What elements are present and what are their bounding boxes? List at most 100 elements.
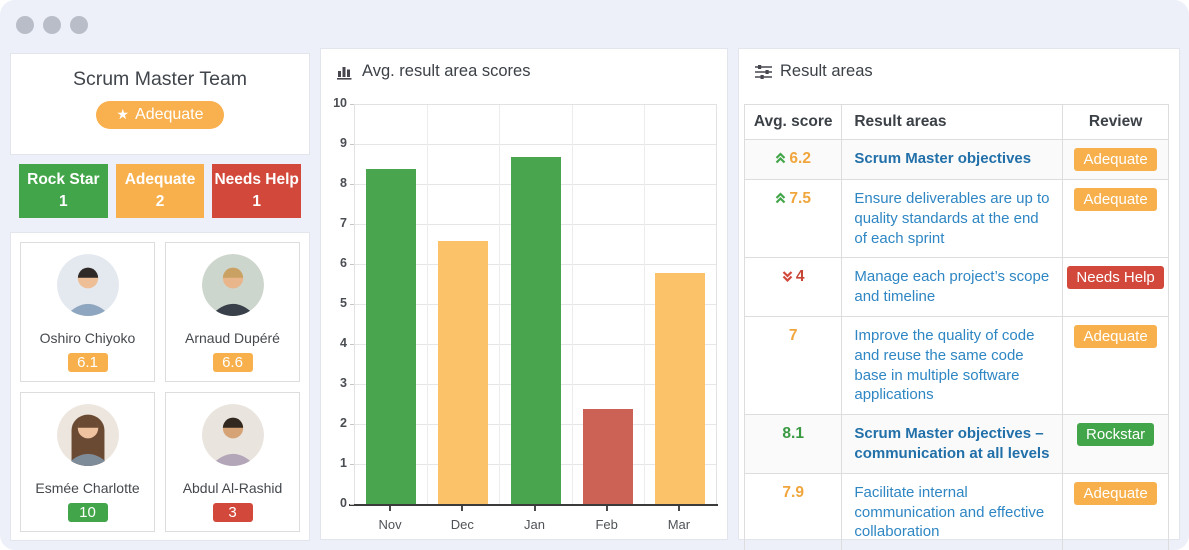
y-axis-tick (350, 144, 354, 145)
stat-label: Adequate (124, 171, 196, 188)
y-axis-label: 1 (340, 456, 347, 470)
result-area-cell[interactable]: Facilitate internal communication and ef… (841, 472, 1064, 550)
chart-bar-nov[interactable] (366, 169, 417, 505)
avatar (21, 254, 154, 321)
y-axis-tick (350, 264, 354, 265)
y-axis-label: 2 (340, 416, 347, 430)
y-axis-label: 8 (340, 176, 347, 190)
member-card-abdul-al-rashid[interactable]: Abdul Al-Rashid 3 (165, 392, 300, 532)
result-area-cell[interactable]: Scrum Master objectives (841, 139, 1064, 180)
trend-up-icon (776, 152, 786, 164)
v-gridline (499, 105, 501, 505)
column-header-avg-score[interactable]: Avg. score (743, 104, 843, 140)
table-row[interactable]: 6.2 Scrum Master objectives Adequate (743, 139, 1169, 180)
result-areas-table: Avg. score Result areas Review 6.2 Scrum … (743, 104, 1169, 550)
window-dot-icon[interactable] (70, 16, 88, 34)
team-members-card: Oshiro Chiyoko 6.1 Arnaud Dupéré 6.6 Esmée C… (10, 232, 310, 541)
member-card-esm-e-charlotte[interactable]: Esmée Charlotte 10 (20, 392, 155, 532)
avg-score-value: 7 (788, 326, 798, 344)
stat-box-rock-star[interactable]: Rock Star 1 (19, 164, 108, 218)
trend-down-icon (782, 271, 793, 283)
y-axis-tick (350, 384, 354, 385)
y-axis-tick (350, 504, 354, 505)
review-badge-rockstar[interactable]: Rockstar (1077, 423, 1155, 447)
avg-score-cell: 8.1 (743, 414, 843, 474)
member-avatar (201, 404, 264, 466)
h-gridline (355, 144, 716, 145)
member-score-badge: 6.1 (67, 353, 108, 372)
y-axis-tick (350, 104, 354, 105)
result-areas-title-text: Result areas (780, 62, 873, 80)
table-row[interactable]: 7.9 Facilitate internal communication and… (743, 472, 1169, 550)
review-cell: Adequate (1062, 139, 1169, 180)
table-row[interactable]: 7 Improve the quality of code and reuse t… (743, 315, 1169, 416)
member-name: Oshiro Chiyoko (39, 330, 136, 346)
member-score-badge: 3 (212, 503, 253, 522)
chart-bar-jan[interactable] (510, 157, 561, 505)
team-title: Scrum Master Team (72, 68, 248, 90)
avg-score-value: 8.1 (782, 425, 804, 443)
table-row[interactable]: 7.5 Ensure deliverables are up to quality… (743, 178, 1169, 259)
review-cell: Adequate (1062, 178, 1169, 259)
team-header-card: Scrum Master Team ★ Adequate (10, 53, 310, 155)
stat-label: Needs Help (214, 171, 299, 188)
result-area-cell[interactable]: Ensure deliverables are up to quality st… (841, 178, 1064, 259)
review-badge-needs-help[interactable]: Needs Help (1067, 266, 1164, 290)
review-badge-adequate[interactable]: Adequate (1074, 481, 1157, 505)
y-axis-label: 6 (340, 256, 347, 270)
member-name: Arnaud Dupéré (185, 330, 280, 346)
result-area-cell[interactable]: Improve the quality of code and reuse th… (841, 315, 1064, 416)
x-axis-label: Feb (595, 517, 618, 532)
v-gridline (643, 105, 645, 505)
v-gridline (571, 105, 573, 505)
x-axis-label: Nov (378, 517, 402, 532)
y-axis-label: 5 (340, 296, 347, 310)
stat-box-needs-help[interactable]: Needs Help 1 (212, 164, 302, 218)
y-axis-tick (350, 424, 354, 425)
bar-chart-icon (337, 67, 352, 80)
y-axis-label: 4 (340, 336, 347, 350)
result-area-cell[interactable]: Scrum Master objectives – communication … (841, 414, 1064, 474)
chart-bar-dec[interactable] (438, 241, 489, 505)
y-axis-tick (350, 184, 354, 185)
stat-box-adequate[interactable]: Adequate 2 (115, 164, 205, 218)
team-stats: Rock Star 1 Adequate 2 Needs Help 1 (19, 164, 302, 218)
y-axis-label: 3 (340, 376, 347, 390)
review-badge-adequate[interactable]: Adequate (1074, 148, 1157, 171)
team-review-badge[interactable]: ★ Adequate (96, 101, 224, 129)
stat-count: 1 (59, 192, 68, 210)
avg-score-value: 6.2 (789, 150, 811, 167)
y-axis-label: 0 (340, 496, 347, 510)
window-dot-icon[interactable] (43, 16, 61, 34)
x-axis-label: Jan (524, 517, 545, 532)
y-axis-tick (350, 304, 354, 305)
table-row[interactable]: 4 Manage each project’s scope and timelin… (743, 257, 1169, 317)
y-axis-tick (350, 224, 354, 225)
column-header-result-areas[interactable]: Result areas (841, 104, 1064, 140)
member-card-oshiro-chiyoko[interactable]: Oshiro Chiyoko 6.1 (20, 242, 155, 382)
v-gridline (427, 105, 429, 505)
window-dot-icon[interactable] (16, 16, 34, 34)
avatar (166, 404, 299, 471)
member-avatar (56, 254, 119, 316)
x-axis-tick (389, 506, 392, 511)
member-avatar (201, 254, 264, 316)
chart-bar-feb[interactable] (582, 409, 633, 505)
x-axis-tick (605, 506, 608, 511)
chart-panel-title: Avg. result area scores (321, 49, 727, 81)
avg-score-cell: 4 (743, 257, 843, 317)
table-row[interactable]: 8.1 Scrum Master objectives – communicati… (743, 414, 1169, 474)
x-axis-tick (533, 506, 536, 511)
result-area-cell[interactable]: Manage each project’s scope and timeline (841, 257, 1064, 317)
member-avatar (56, 404, 119, 466)
member-score-badge: 6.6 (212, 353, 253, 372)
y-axis-label: 9 (340, 136, 347, 150)
x-axis-label: Dec (450, 517, 474, 532)
chart-bar-mar[interactable] (654, 273, 705, 505)
column-header-review[interactable]: Review (1062, 104, 1169, 140)
review-badge-adequate[interactable]: Adequate (1074, 324, 1157, 348)
chart-panel: Avg. result area scores 0 1 2 3 4 5 6 7 8 9 10 Nov… (320, 48, 728, 540)
member-card-arnaud-dup-r-[interactable]: Arnaud Dupéré 6.6 (165, 242, 300, 382)
x-axis-tick (677, 506, 680, 511)
review-badge-adequate[interactable]: Adequate (1074, 188, 1157, 211)
